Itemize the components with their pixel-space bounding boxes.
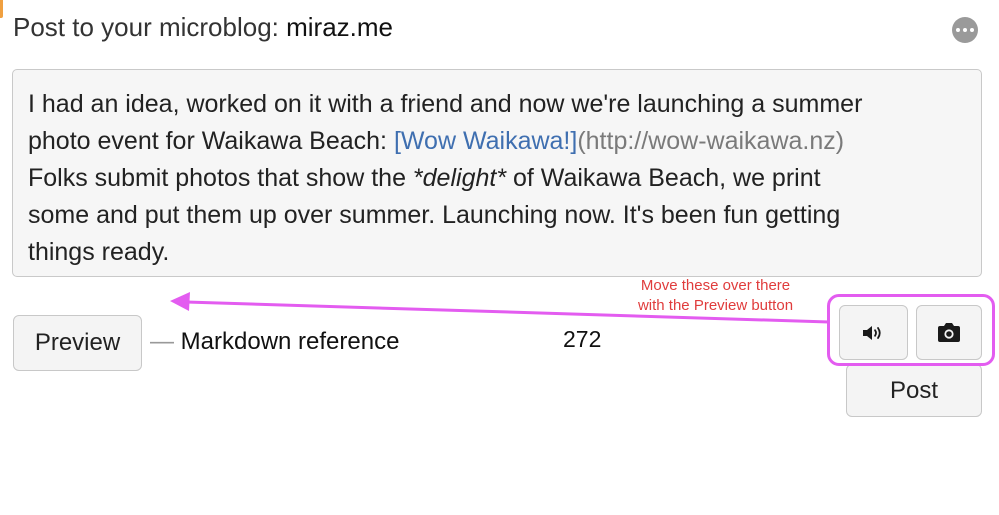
text-line: Folks submit photos that show the *delig… — [28, 160, 966, 197]
more-options-button[interactable] — [952, 17, 978, 43]
markdown-emphasis: *delight* — [412, 164, 507, 192]
text-line: I had an idea, worked on it with a frien… — [28, 90, 863, 118]
site-name: miraz.me — [286, 12, 394, 42]
text-line: some and put them up over summer. Launch… — [28, 201, 841, 229]
dot-icon — [956, 28, 960, 32]
dot-icon — [963, 28, 967, 32]
post-text-area[interactable]: I had an idea, worked on it with a frien… — [12, 69, 982, 277]
annotation-note: Move these over there with the Preview b… — [612, 276, 819, 316]
separator-dash: — — [150, 328, 174, 355]
annotation-note-line: with the Preview button — [637, 297, 794, 314]
text-line: things ready. — [28, 238, 170, 266]
character-count: 272 — [563, 326, 602, 352]
dot-icon — [970, 28, 974, 32]
annotation-note-line: Move these over there — [640, 277, 791, 294]
page-title-prefix: Post to your microblog: — [13, 12, 287, 42]
markdown-reference-link[interactable]: Markdown reference — [181, 328, 400, 355]
annotation-highlight-box — [827, 294, 995, 366]
markdown-reference: — Markdown reference — [150, 328, 399, 356]
preview-button[interactable]: Preview — [13, 315, 142, 371]
text-segment: of Waikawa Beach, we print — [506, 164, 821, 192]
corner-marker — [0, 0, 3, 18]
page-title: Post to your microblog: miraz.me — [13, 12, 393, 43]
text-segment: Folks submit photos that show the — [28, 164, 413, 192]
text-line: photo event for Waikawa Beach: [Wow Waik… — [28, 123, 966, 160]
markdown-link-text: [Wow Waikawa!] — [393, 127, 578, 155]
post-button[interactable]: Post — [846, 364, 982, 417]
markdown-link-url: (http://wow-waikawa.nz) — [577, 127, 845, 155]
text-segment: photo event for Waikawa Beach: — [28, 127, 394, 155]
